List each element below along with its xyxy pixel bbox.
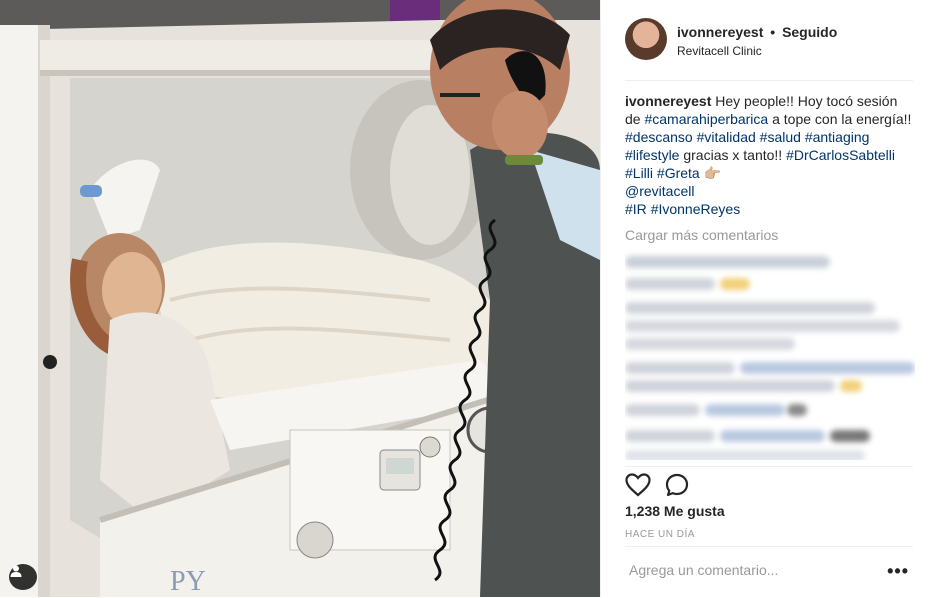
blurred-comment (625, 450, 865, 460)
blurred-emoji (720, 278, 750, 290)
more-options-icon[interactable]: ••• (887, 561, 909, 582)
blurred-emoji (830, 430, 870, 442)
comment-icon[interactable] (665, 473, 689, 497)
hashtag-link[interactable]: #IR (625, 201, 647, 217)
blurred-emoji (787, 404, 807, 416)
caption-text: gracias x tanto!! (683, 147, 783, 163)
blurred-comments (625, 250, 915, 460)
hashtag-link[interactable]: #antiaging (805, 129, 870, 145)
photo-illustration: PY (0, 0, 600, 597)
follow-status-button[interactable]: Seguido (782, 24, 837, 40)
hashtag-link[interactable]: #vitalidad (697, 129, 756, 145)
blurred-comment (625, 338, 795, 350)
blurred-comment (625, 278, 715, 290)
blurred-comment (625, 380, 835, 392)
header-username-line: ivonnereyest • Seguido (677, 24, 837, 40)
likes-count[interactable]: 1,238 Me gusta (625, 503, 725, 519)
post-sidebar: ivonnereyest • Seguido Revitacell Clinic… (600, 0, 935, 597)
hashtag-link[interactable]: #Lilli (625, 165, 653, 181)
location-link[interactable]: Revitacell Clinic (677, 44, 762, 58)
blurred-comment (705, 404, 785, 416)
caption-text: a tope con la energía!! (772, 111, 912, 127)
hashtag-link[interactable]: #camarahiperbarica (644, 111, 768, 127)
blurred-comment (625, 302, 875, 314)
blurred-comment (625, 430, 715, 442)
add-comment-bar: ••• (625, 546, 913, 598)
post-actions: 1,238 Me gusta HACE UN DÍA (625, 466, 913, 547)
blurred-comment (625, 256, 830, 268)
svg-text:PY: PY (170, 566, 206, 597)
username-link[interactable]: ivonnereyest (677, 24, 763, 40)
mention-link[interactable]: @revitacell (625, 183, 694, 199)
instagram-post: PY ivonnereyest • Seguido Revitacell Cli… (0, 0, 935, 597)
hashtag-link[interactable]: #DrCarlosSabtelli (786, 147, 895, 163)
hashtag-link[interactable]: #salud (760, 129, 801, 145)
hashtag-link[interactable]: #lifestyle (625, 147, 679, 163)
separator-dot: • (770, 24, 776, 40)
blurred-comment (625, 404, 700, 416)
caption-username[interactable]: ivonnereyest (625, 93, 711, 109)
user-tag-button[interactable] (9, 564, 37, 590)
post-timestamp: HACE UN DÍA (625, 529, 695, 540)
comment-input[interactable] (627, 561, 871, 579)
pointing-emoji: 👉🏼 (703, 165, 722, 181)
avatar[interactable] (625, 18, 667, 60)
blurred-emoji (840, 380, 862, 392)
post-caption: ivonnereyest Hey people!! Hoy tocó sesió… (625, 92, 915, 218)
heart-icon[interactable] (625, 473, 651, 497)
load-more-comments-link[interactable]: Cargar más comentarios (625, 227, 778, 243)
user-tag-icon (10, 565, 22, 577)
blurred-comment (720, 430, 825, 442)
blurred-comment (625, 320, 900, 332)
blurred-comment (625, 362, 735, 374)
post-header: ivonnereyest • Seguido Revitacell Clinic (625, 0, 913, 81)
hashtag-link[interactable]: #descanso (625, 129, 693, 145)
hashtag-link[interactable]: #Greta (657, 165, 700, 181)
hashtag-link[interactable]: #IvonneReyes (651, 201, 741, 217)
blurred-comment (740, 362, 915, 374)
post-photo[interactable]: PY (0, 0, 600, 597)
